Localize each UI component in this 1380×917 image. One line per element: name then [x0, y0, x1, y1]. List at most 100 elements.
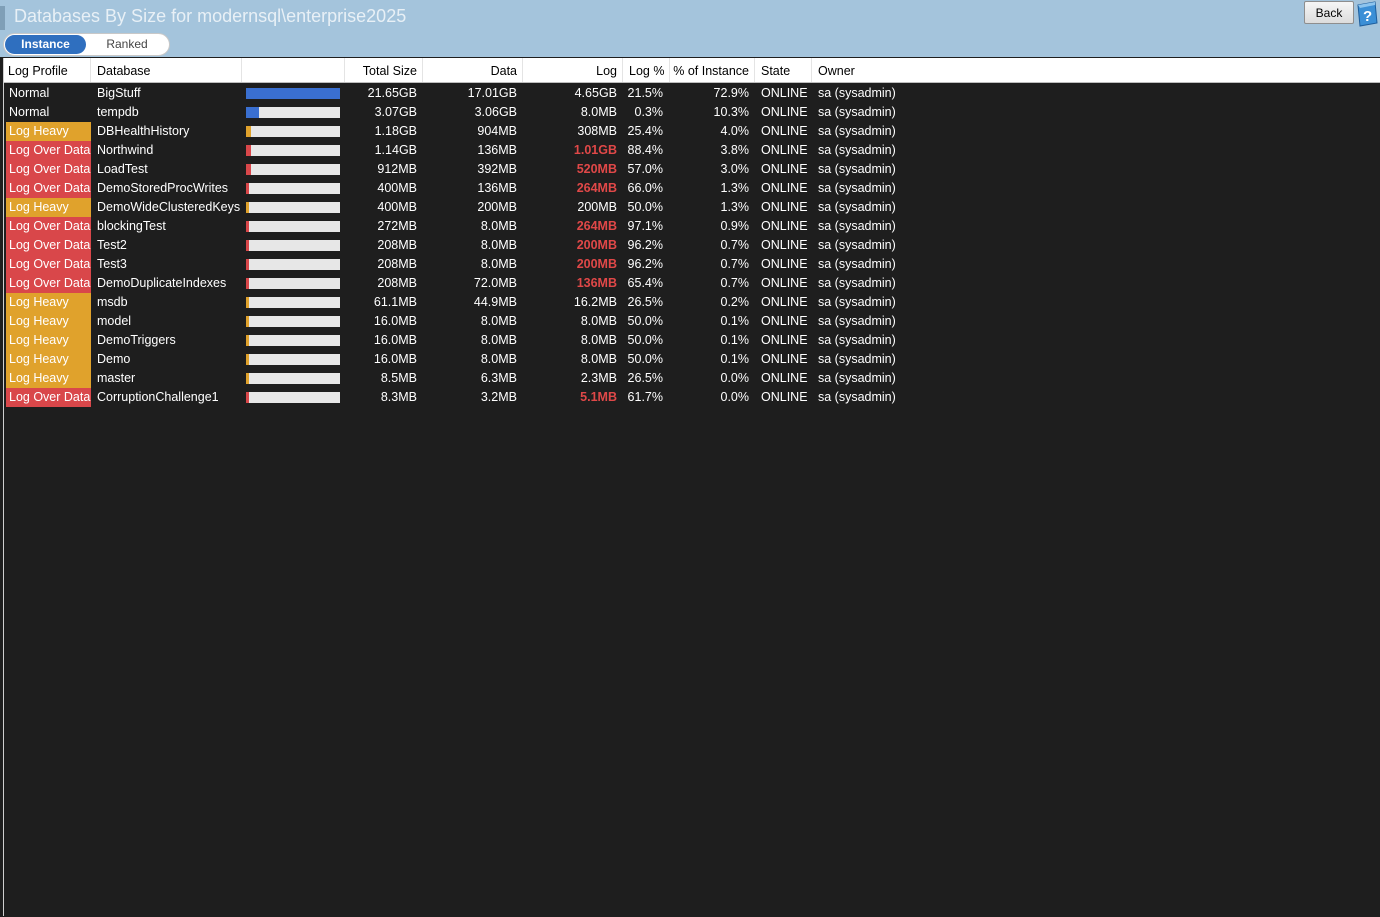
table-row[interactable]: Log Heavy Demo 16.0MB 8.0MB 8.0MB 50.0% 0.1% ON…: [4, 350, 1380, 369]
owner-cell: sa (sysadmin): [818, 371, 896, 385]
col-header-database[interactable]: Database: [91, 58, 242, 82]
state-cell: ONLINE: [761, 200, 808, 214]
total-size-cell: 912MB: [377, 162, 417, 176]
col-header-total-size[interactable]: Total Size: [345, 58, 423, 82]
database-name-cell: Test3: [97, 257, 127, 271]
log-profile-cell: Log Over Data: [6, 179, 91, 198]
database-name-cell: DemoTriggers: [97, 333, 176, 347]
log-pct-cell: 96.2%: [627, 238, 663, 252]
col-header-log-pct[interactable]: Log %: [623, 58, 670, 82]
state-cell: ONLINE: [761, 86, 808, 100]
size-bar-fill: [246, 373, 249, 384]
log-profile-cell: Log Over Data: [6, 236, 91, 255]
log-profile-cell: Log Over Data: [6, 388, 91, 407]
table-row[interactable]: Log Over Data Test2 208MB 8.0MB 200MB 96.2% 0.…: [4, 236, 1380, 255]
size-bar: [246, 278, 340, 289]
log-profile-cell: Normal: [9, 86, 50, 100]
table-row[interactable]: Log Over Data CorruptionChallenge1 8.3MB 3.…: [4, 388, 1380, 407]
pct-instance-cell: 1.3%: [720, 181, 750, 195]
size-bar-fill: [246, 126, 251, 137]
log-size-cell: 8.0MB: [580, 333, 617, 347]
svg-text:?: ?: [1363, 8, 1372, 25]
col-header-state[interactable]: State: [755, 58, 812, 82]
table-row[interactable]: Log Over Data DemoStoredProcWrites 400MB 13…: [4, 179, 1380, 198]
total-size-cell: 21.65GB: [367, 86, 417, 100]
table-row[interactable]: Log Heavy DemoTriggers 16.0MB 8.0MB 8.0MB 50.…: [4, 331, 1380, 350]
total-size-cell: 400MB: [377, 181, 417, 195]
log-size-cell: 308MB: [577, 124, 617, 138]
log-pct-cell: 88.4%: [627, 143, 663, 157]
table-row[interactable]: Log Over Data LoadTest 912MB 392MB 520MB 57.0…: [4, 160, 1380, 179]
size-bar: [246, 392, 340, 403]
owner-cell: sa (sysadmin): [818, 181, 896, 195]
data-size-cell: 8.0MB: [480, 219, 517, 233]
table-row[interactable]: Log Heavy DBHealthHistory 1.18GB 904MB 308MB…: [4, 122, 1380, 141]
tab-ranked[interactable]: Ranked: [88, 35, 166, 54]
database-name-cell: Northwind: [97, 143, 154, 157]
table-row[interactable]: Log Heavy master 8.5MB 6.3MB 2.3MB 26.5% 0.0% O…: [4, 369, 1380, 388]
col-header-pct-instance[interactable]: % of Instance: [670, 58, 755, 82]
owner-cell: sa (sysadmin): [818, 86, 896, 100]
log-profile-cell: Log Heavy: [6, 369, 91, 388]
data-size-cell: 904MB: [477, 124, 517, 138]
owner-cell: sa (sysadmin): [818, 314, 896, 328]
table-row[interactable]: Log Over Data DemoDuplicateIndexes 208MB 72…: [4, 274, 1380, 293]
pct-instance-cell: 3.8%: [720, 143, 750, 157]
database-name-cell: DemoWideClusteredKeys: [97, 200, 241, 214]
col-header-owner[interactable]: Owner: [812, 58, 1380, 82]
state-cell: ONLINE: [761, 219, 808, 233]
total-size-cell: 16.0MB: [373, 333, 417, 347]
log-size-cell: 16.2MB: [573, 295, 617, 309]
size-bar: [246, 316, 340, 327]
pct-instance-cell: 0.7%: [720, 257, 750, 271]
table-row[interactable]: Log Over Data Test3 208MB 8.0MB 200MB 96.2% 0.…: [4, 255, 1380, 274]
pct-instance-cell: 0.0%: [720, 371, 750, 385]
table-row[interactable]: Log Heavy msdb 61.1MB 44.9MB 16.2MB 26.5% 0.2%…: [4, 293, 1380, 312]
database-name-cell: DBHealthHistory: [97, 124, 190, 138]
owner-cell: sa (sysadmin): [818, 238, 896, 252]
data-size-cell: 44.9MB: [473, 295, 517, 309]
owner-cell: sa (sysadmin): [818, 219, 896, 233]
tab-instance[interactable]: Instance: [5, 35, 86, 54]
size-bar-fill: [246, 183, 249, 194]
total-size-cell: 8.5MB: [380, 371, 417, 385]
database-name-cell: CorruptionChallenge1: [97, 390, 219, 404]
table-row[interactable]: Normal tempdb 3.07GB 3.06GB 8.0MB 0.3% 10.3% ON…: [4, 103, 1380, 122]
table-row[interactable]: Log Over Data blockingTest 272MB 8.0MB 264MB…: [4, 217, 1380, 236]
log-size-cell: 264MB: [576, 219, 617, 233]
help-icon[interactable]: ?: [1355, 1, 1379, 27]
log-profile-cell: Normal: [9, 105, 50, 119]
log-pct-cell: 61.7%: [627, 390, 663, 404]
log-pct-cell: 66.0%: [627, 181, 663, 195]
size-bar-fill: [246, 354, 249, 365]
table-row[interactable]: Normal BigStuff 21.65GB 17.01GB 4.65GB 21.5% 7…: [4, 84, 1380, 103]
grid-rows: Normal BigStuff 21.65GB 17.01GB 4.65GB 21.5% 7…: [4, 84, 1380, 407]
state-cell: ONLINE: [761, 295, 808, 309]
table-row[interactable]: Log Heavy DemoWideClusteredKeys 400MB 200MB…: [4, 198, 1380, 217]
size-bar: [246, 202, 340, 213]
log-pct-cell: 21.5%: [627, 86, 663, 100]
database-name-cell: LoadTest: [97, 162, 148, 176]
table-row[interactable]: Log Over Data Northwind 1.14GB 136MB 1.01GB 8…: [4, 141, 1380, 160]
size-bar-fill: [246, 221, 249, 232]
size-bar-fill: [246, 202, 249, 213]
size-bar-fill: [246, 259, 249, 270]
data-size-cell: 8.0MB: [480, 352, 517, 366]
size-bar-fill: [246, 278, 249, 289]
table-row[interactable]: Log Heavy model 16.0MB 8.0MB 8.0MB 50.0% 0.1% O…: [4, 312, 1380, 331]
col-header-log[interactable]: Log: [523, 58, 623, 82]
col-header-data[interactable]: Data: [423, 58, 523, 82]
state-cell: ONLINE: [761, 333, 808, 347]
total-size-cell: 1.14GB: [374, 143, 417, 157]
log-profile-cell: Log Heavy: [6, 331, 91, 350]
log-profile-cell: Log Heavy: [6, 312, 91, 331]
col-header-size-bar[interactable]: [242, 58, 345, 82]
title-bar: Databases By Size for modernsql\enterpri…: [0, 0, 1380, 57]
log-size-cell: 264MB: [576, 181, 617, 195]
col-header-log-profile[interactable]: Log Profile: [4, 58, 91, 82]
log-profile-cell: Log Heavy: [6, 198, 91, 217]
data-size-cell: 136MB: [477, 143, 517, 157]
back-button[interactable]: Back: [1304, 1, 1354, 24]
pct-instance-cell: 0.7%: [720, 238, 750, 252]
data-size-cell: 3.06GB: [474, 105, 517, 119]
